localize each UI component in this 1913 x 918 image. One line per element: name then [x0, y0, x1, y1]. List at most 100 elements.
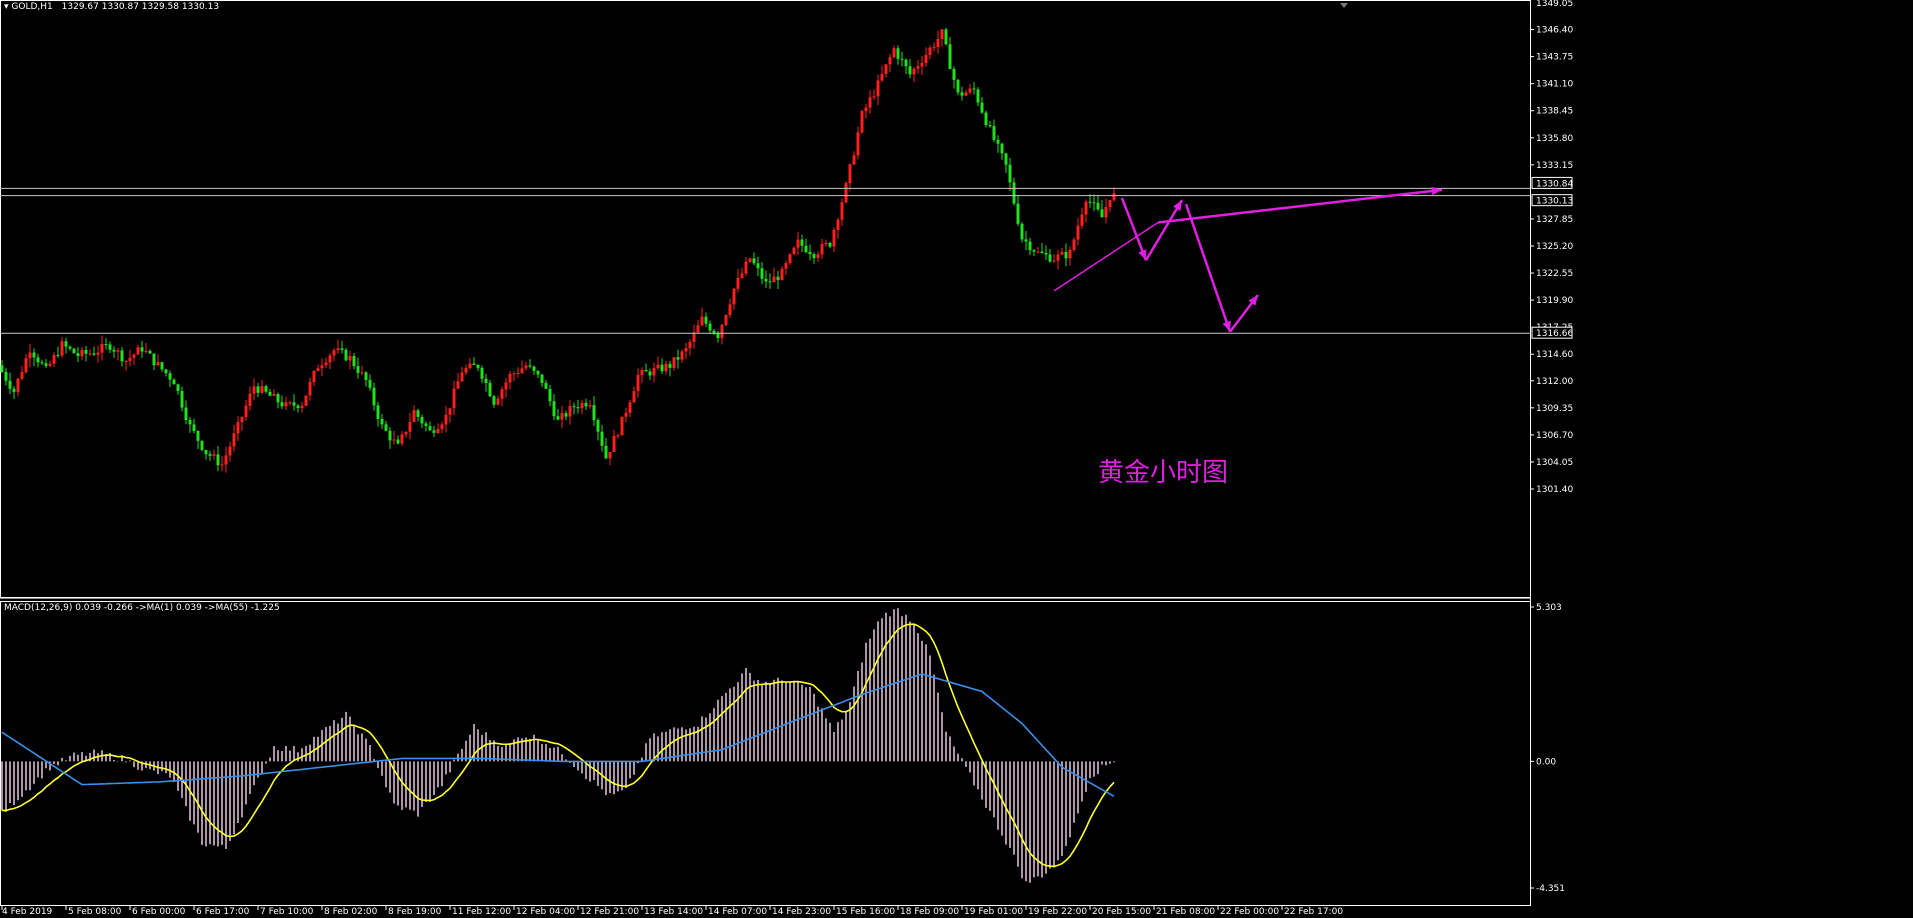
chart-header: ▾ GOLD,H1 1329.67 1330.87 1329.58 1330.1… [4, 2, 219, 13]
candle-body [476, 364, 480, 368]
candle-body [716, 333, 720, 339]
time-tick-label: 19 Feb 22:00 [1028, 907, 1087, 917]
candle-body [256, 386, 260, 393]
candle-body [652, 368, 656, 376]
candle-body [1036, 251, 1040, 253]
candle-body [148, 350, 152, 354]
candle-body [908, 66, 912, 75]
candle-body [704, 316, 708, 324]
candle-body [236, 421, 240, 434]
candle-body [848, 164, 852, 184]
candle-body [736, 277, 740, 289]
price-tick-label: 1333.15 [1536, 161, 1573, 171]
ohlc-values: 1329.67 1330.87 1329.58 1330.13 [61, 2, 220, 12]
candle-body [856, 132, 860, 156]
price-tag-label: 1330.13 [1536, 197, 1573, 207]
candle-body [664, 363, 668, 372]
candle-body [232, 433, 236, 447]
candle-body [1084, 201, 1088, 215]
macd-ma55-line [1, 673, 1115, 797]
candle-body [116, 350, 120, 352]
candle-body [872, 96, 876, 98]
time-tick-label: 22 Feb 00:00 [1220, 907, 1279, 917]
time-tick-label: 6 Feb 17:00 [196, 907, 250, 917]
candle-body [68, 346, 72, 349]
candle-body [960, 92, 964, 96]
candle-body [624, 412, 628, 417]
candle-body [440, 424, 444, 430]
candle-body [940, 29, 944, 40]
candle-body [84, 350, 88, 354]
candle-body [496, 398, 500, 405]
candle-body [300, 405, 304, 409]
candle-body [648, 371, 652, 376]
candle-body [792, 247, 796, 255]
chart-canvas: 1349.05 1346.40 1343.75 1341.10 1338.45 1335.… [0, 0, 1573, 917]
candle-body [4, 371, 8, 381]
price-tick-label: 1343.75 [1536, 53, 1573, 63]
candle-body [396, 439, 400, 444]
candle-body [696, 325, 700, 333]
price-tag-label: 1330.84 [1536, 179, 1573, 189]
candle-body [276, 394, 280, 403]
candle-body [172, 379, 176, 385]
candle-body [600, 431, 604, 446]
time-tick-label: 8 Feb 02:00 [324, 907, 378, 917]
price-tick-label: 1319.90 [1536, 296, 1573, 306]
candle-body [264, 386, 268, 392]
candle-body [216, 454, 220, 466]
candle-body [700, 316, 704, 326]
price-tick-label: 1306.70 [1536, 431, 1573, 441]
time-tick-label: 6 Feb 00:00 [132, 907, 186, 917]
candle-body [740, 273, 744, 278]
candle-body [500, 389, 504, 399]
candle-body [988, 125, 992, 127]
candle-body [152, 353, 156, 366]
candle-body [1092, 202, 1096, 204]
candle-body [620, 416, 624, 436]
candle-body [92, 353, 96, 355]
macd-tick-label: 0.00 [1536, 757, 1556, 767]
candle-body [964, 92, 968, 96]
candle-body [80, 350, 84, 357]
candle-body [612, 435, 616, 453]
macd-tick-label: 5.303 [1536, 603, 1562, 613]
candle-body [1080, 214, 1084, 226]
collapse-triangle-icon[interactable]: ▾ [4, 2, 9, 12]
candle-body [608, 452, 612, 459]
candle-body [564, 413, 568, 417]
time-tick-label: 21 Feb 08:00 [1156, 907, 1215, 917]
candle-body [336, 348, 340, 351]
candle-body [272, 394, 276, 396]
candle-body [1024, 239, 1028, 242]
candle-body [212, 454, 216, 456]
candle-body [224, 455, 228, 465]
chart-annotation-caption: 黄金小时图 [1098, 458, 1229, 488]
arrow-head-icon [1222, 320, 1231, 332]
candle-body [932, 47, 936, 49]
candle-body [268, 391, 272, 396]
candle-body [936, 39, 940, 48]
candle-body [724, 315, 728, 325]
candle-body [376, 405, 380, 419]
candle-body [128, 357, 132, 361]
candle-body [176, 384, 180, 392]
candle-body [408, 421, 412, 432]
candle-body [728, 304, 732, 316]
candle-body [896, 48, 900, 59]
candle-body [304, 395, 308, 406]
candle-body [852, 155, 856, 165]
candle-body [40, 362, 44, 364]
candle-body [776, 276, 780, 281]
candle-body [968, 88, 972, 93]
time-tick-label: 14 Feb 23:00 [772, 907, 831, 917]
candle-body [220, 464, 224, 466]
candle-body [804, 245, 808, 253]
candle-body [36, 357, 40, 363]
candle-body [1076, 225, 1080, 240]
macd-tick-label: -4.351 [1536, 884, 1565, 894]
candle-body [1016, 203, 1020, 224]
price-tick-label: 1335.80 [1536, 134, 1573, 144]
candle-body [328, 355, 332, 363]
candle-body [316, 368, 320, 371]
